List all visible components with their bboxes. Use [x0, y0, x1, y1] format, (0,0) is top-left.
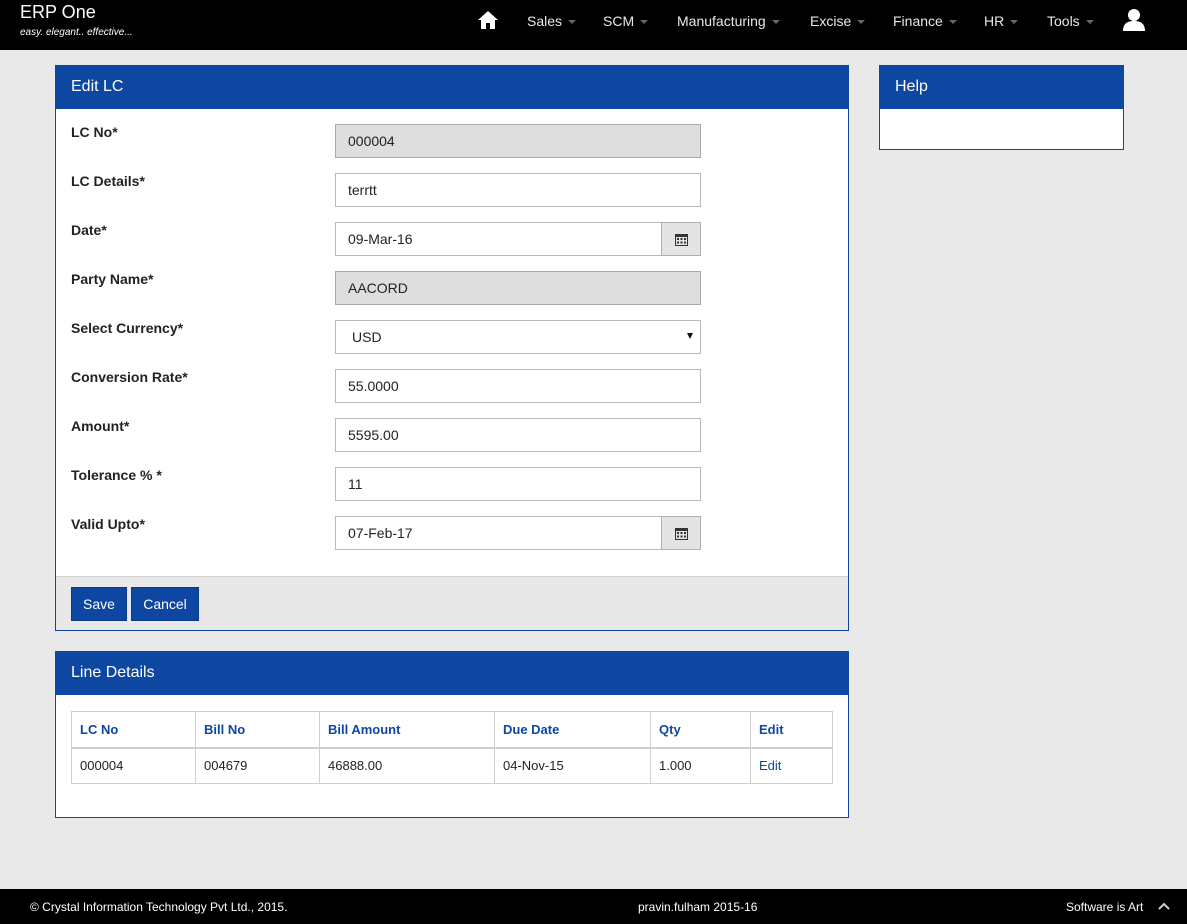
caret-down-icon	[568, 20, 577, 25]
edit-lc-panel: Edit LC LC No* 000004 LC Details* terrtt…	[55, 65, 849, 631]
currency-value: USD	[352, 329, 382, 345]
column-header-edit: Edit	[750, 711, 833, 749]
cell-bill-amount: 46888.00	[319, 747, 495, 784]
page-footer: © Crystal Information Technology Pvt Ltd…	[0, 889, 1187, 924]
line-details-table: LC No Bill No Bill Amount Due Date Qty E…	[71, 711, 833, 784]
edit-row-link[interactable]: Edit	[759, 758, 781, 773]
save-button[interactable]: Save	[71, 587, 127, 621]
caret-down-icon	[640, 20, 649, 25]
lc-details-label: LC Details*	[71, 173, 145, 189]
caret-down-icon	[1085, 20, 1094, 25]
cell-due-date: 04-Nov-15	[494, 747, 651, 784]
date-field[interactable]: 09-Mar-16	[335, 222, 662, 256]
cancel-button[interactable]: Cancel	[131, 587, 199, 621]
lc-no-label: LC No*	[71, 124, 118, 140]
nav-finance[interactable]: Finance	[893, 0, 957, 42]
caret-down-icon	[857, 20, 866, 25]
top-navbar: ERP One easy. elegant.. effective... Sal…	[0, 0, 1187, 50]
calendar-button[interactable]	[661, 222, 701, 256]
user-session-text: pravin.fulham 2015-16	[638, 900, 758, 914]
currency-label: Select Currency*	[71, 320, 184, 336]
help-title: Help	[880, 66, 1123, 109]
caret-down-icon	[771, 20, 780, 25]
amount-label: Amount*	[71, 418, 130, 434]
app-title: ERP One	[20, 2, 96, 22]
nav-manufacturing[interactable]: Manufacturing	[677, 0, 780, 42]
cell-edit: Edit	[750, 747, 833, 784]
caret-down-icon	[1010, 20, 1019, 25]
caret-down-icon	[948, 20, 957, 25]
lc-no-field: 000004	[335, 124, 701, 158]
party-name-label: Party Name*	[71, 271, 154, 287]
nav-sales-label: Sales	[527, 13, 563, 29]
line-details-panel: Line Details LC No Bill No Bill Amount D…	[55, 651, 849, 818]
nav-hr-label: HR	[984, 13, 1005, 29]
lc-details-field[interactable]: terrtt	[335, 173, 701, 207]
conversion-rate-label: Conversion Rate*	[71, 369, 188, 385]
nav-scm-label: SCM	[603, 13, 635, 29]
edit-lc-title: Edit LC	[56, 66, 848, 109]
valid-upto-field[interactable]: 07-Feb-17	[335, 516, 662, 550]
nav-tools[interactable]: Tools	[1047, 0, 1094, 42]
table-row: 000004 004679 46888.00 04-Nov-15 1.000 E…	[71, 747, 833, 784]
cell-bill-no: 004679	[195, 747, 320, 784]
date-picker: 09-Mar-16	[335, 222, 701, 256]
nav-hr[interactable]: HR	[984, 0, 1019, 42]
user-icon[interactable]	[1123, 8, 1145, 32]
conversion-rate-field[interactable]: 55.0000	[335, 369, 701, 403]
home-icon[interactable]	[477, 9, 499, 31]
nav-finance-label: Finance	[893, 13, 943, 29]
copyright-text: © Crystal Information Technology Pvt Ltd…	[30, 900, 288, 914]
amount-field[interactable]: 5595.00	[335, 418, 701, 452]
calendar-icon	[675, 528, 688, 540]
app-tagline: easy. elegant.. effective...	[20, 27, 133, 38]
column-header-lc-no[interactable]: LC No	[71, 711, 196, 749]
valid-upto-picker: 07-Feb-17	[335, 516, 701, 550]
column-header-qty[interactable]: Qty	[650, 711, 751, 749]
cell-lc-no: 000004	[71, 747, 196, 784]
column-header-bill-no[interactable]: Bill No	[195, 711, 320, 749]
dropdown-arrow-icon	[687, 333, 693, 339]
nav-excise[interactable]: Excise	[810, 0, 866, 42]
chevron-up-icon[interactable]	[1158, 901, 1170, 911]
help-panel: Help	[879, 65, 1124, 150]
line-details-title: Line Details	[56, 652, 848, 695]
slogan-text: Software is Art	[1066, 900, 1144, 914]
calendar-icon	[675, 234, 688, 246]
calendar-button[interactable]	[661, 516, 701, 550]
nav-scm[interactable]: SCM	[603, 0, 649, 42]
nav-manufacturing-label: Manufacturing	[677, 13, 766, 29]
valid-upto-label: Valid Upto*	[71, 516, 145, 532]
form-actions: Save Cancel	[56, 576, 848, 630]
brand[interactable]: ERP One easy. elegant.. effective...	[20, 2, 133, 38]
date-label: Date*	[71, 222, 107, 238]
tolerance-field[interactable]: 11	[335, 467, 701, 501]
tolerance-label: Tolerance % *	[71, 467, 162, 483]
party-name-field: AACORD	[335, 271, 701, 305]
nav-sales[interactable]: Sales	[527, 0, 577, 42]
currency-select[interactable]: USD	[335, 320, 701, 354]
nav-excise-label: Excise	[810, 13, 852, 29]
nav-tools-label: Tools	[1047, 13, 1080, 29]
table-header-row: LC No Bill No Bill Amount Due Date Qty E…	[71, 711, 833, 749]
cell-qty: 1.000	[650, 747, 751, 784]
column-header-due-date[interactable]: Due Date	[494, 711, 651, 749]
column-header-bill-amount[interactable]: Bill Amount	[319, 711, 495, 749]
